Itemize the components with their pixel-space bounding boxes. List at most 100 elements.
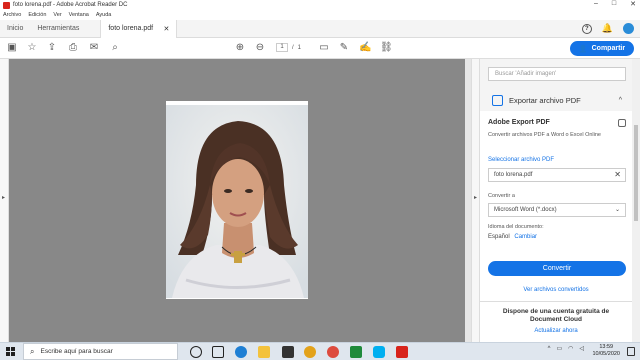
promo-box: Dispone de una cuenta gratuita de Docume… [480, 301, 632, 342]
share-link-icon[interactable]: ⛓ [380, 42, 393, 54]
save-icon[interactable]: ▣ [6, 42, 18, 54]
menu-archivo[interactable]: Archivo [3, 12, 21, 18]
export-pdf-title: Exportar archivo PDF [509, 95, 581, 105]
pdf-page [166, 101, 308, 299]
bell-icon[interactable]: 🔔 [602, 23, 613, 34]
taskbar-search-input[interactable]: ⌕ Escribe aquí para buscar [23, 343, 178, 360]
tab-close-icon[interactable]: ✕ [163, 25, 169, 33]
selected-file-field[interactable]: foto lorena.pdf ✕ [488, 168, 626, 182]
comment-icon[interactable]: ▭ [318, 42, 330, 54]
chevron-up-tray-icon[interactable]: ^ [548, 346, 551, 352]
edge-icon[interactable] [235, 346, 247, 358]
chevron-up-icon[interactable]: ^ [619, 97, 622, 104]
expand-arrow-icon: ▸ [2, 195, 6, 201]
tab-bar: Inicio Herramientas foto lorena.pdf ✕ ? … [0, 19, 640, 38]
notification-icon[interactable] [627, 347, 635, 356]
menu-bar: Archivo Edición Ver Ventana Ayuda [0, 10, 640, 20]
close-button[interactable]: ✕ [630, 0, 636, 8]
toolbar: ▣ ☆ ⇪ ⎙ ✉ ⌕ ⊕ ⊖ 1 / 1 ▭ ✎ ✍ ⛓ 👤 Comparti… [0, 38, 640, 59]
chrome-icon[interactable] [327, 346, 339, 358]
collapse-arrow-icon: ▸ [474, 195, 478, 201]
search-icon[interactable]: ⌕ [109, 42, 121, 54]
language-label: Idioma del documento: [488, 224, 544, 230]
chevron-down-icon: ⌄ [614, 207, 620, 213]
page-down-icon[interactable]: ⊖ [254, 42, 266, 54]
pen-icon[interactable]: ✎ [338, 42, 350, 54]
task-view-icon[interactable] [212, 346, 224, 358]
panel-scrollbar[interactable] [632, 59, 640, 342]
tab-tools[interactable]: Herramientas [30, 20, 86, 38]
select-pdf-link[interactable]: Seleccionar archivo PDF [488, 157, 554, 163]
convert-to-label: Convertir a [488, 193, 515, 199]
page-number-input[interactable]: 1 [276, 43, 288, 52]
file-explorer-icon[interactable] [258, 346, 270, 358]
taskbar-search-placeholder: Escribe aquí para buscar [40, 348, 113, 355]
card-description: Convertir archivos PDF a Word o Excel On… [488, 132, 601, 138]
menu-edicion[interactable]: Edición [28, 12, 46, 18]
remove-file-icon[interactable]: ✕ [614, 169, 621, 181]
export-pdf-header[interactable]: Exportar archivo PDF ^ [480, 89, 632, 111]
print-icon[interactable]: ⎙ [67, 42, 79, 54]
app-green-icon[interactable] [350, 346, 362, 358]
maximize-button[interactable]: □ [612, 0, 616, 8]
export-card: Adobe Export PDF Convertir archivos PDF … [480, 111, 632, 342]
document-viewer[interactable] [9, 59, 465, 342]
battery-icon[interactable]: ▭ [556, 345, 562, 352]
bookmark-star-icon[interactable]: ☆ [26, 42, 38, 54]
promo-text: Dispone de una cuenta gratuita de Docume… [502, 308, 610, 323]
minimize-button[interactable]: – [594, 0, 598, 8]
left-pane-toggle[interactable]: ▸ [0, 59, 9, 342]
tab-home[interactable]: Inicio [0, 20, 30, 38]
help-icon[interactable]: ? [581, 23, 592, 34]
card-title: Adobe Export PDF [488, 119, 550, 126]
see-converted-link[interactable]: Ver archivos convertidos [480, 287, 632, 293]
clock-time: 13:59 [599, 344, 614, 350]
page-separator: / [292, 44, 294, 51]
page-total: 1 [297, 44, 302, 51]
page-up-icon[interactable]: ⊕ [234, 42, 246, 54]
change-language-link[interactable]: Cambiar [514, 234, 537, 240]
export-pdf-icon [492, 94, 503, 106]
sign-icon[interactable]: ✍ [359, 42, 371, 54]
volume-icon[interactable]: ◁ [579, 345, 584, 352]
panel-scrollbar-thumb[interactable] [634, 125, 638, 221]
share-person-icon: 👤 [578, 45, 588, 53]
convert-button[interactable]: Convertir [488, 261, 626, 276]
magnifier-icon: ⌕ [30, 346, 35, 356]
acrobat-taskbar-icon[interactable] [396, 346, 408, 358]
copy-icon[interactable] [618, 119, 626, 127]
menu-ayuda[interactable]: Ayuda [96, 12, 112, 18]
wifi-icon[interactable]: ◠ [568, 345, 573, 352]
store-icon[interactable] [282, 346, 294, 358]
title-bar: foto lorena.pdf - Adobe Acrobat Reader D… [0, 0, 640, 10]
language-row: Español Cambiar [488, 234, 537, 240]
file-name: foto lorena.pdf [494, 172, 533, 178]
tab-document-label: foto lorena.pdf [108, 25, 154, 32]
acrobat-icon [3, 1, 10, 9]
language-value: Español [488, 234, 510, 240]
tab-document[interactable]: foto lorena.pdf ✕ [100, 19, 178, 38]
windows-start-icon[interactable] [6, 347, 16, 357]
window-title: foto lorena.pdf - Adobe Acrobat Reader D… [13, 2, 128, 8]
email-icon[interactable]: ✉ [88, 42, 100, 54]
menu-ver[interactable]: Ver [53, 12, 61, 18]
format-dropdown[interactable]: Microsoft Word (*.docx) ⌄ [488, 203, 626, 217]
tool-search-input[interactable]: Buscar 'Añadir imagen' [488, 67, 626, 81]
upload-cloud-icon[interactable]: ⇪ [46, 42, 58, 54]
tools-panel: Buscar 'Añadir imagen' Exportar archivo … [480, 59, 632, 342]
system-tray: ^ ▭ ◠ ◁ [548, 345, 584, 353]
share-button[interactable]: 👤 Compartir [570, 41, 634, 56]
update-now-link[interactable]: Actualizar ahora [480, 328, 632, 334]
share-label: Compartir [591, 45, 626, 52]
taskbar-clock[interactable]: 13:59 10/05/2020 [592, 344, 620, 358]
avatar[interactable] [623, 23, 634, 34]
right-pane-toggle[interactable]: ▸ [471, 59, 480, 342]
taskbar: ⌕ Escribe aquí para buscar ^ ▭ ◠ ◁ 13:59… [0, 342, 640, 360]
skype-icon[interactable] [373, 346, 385, 358]
format-value: Microsoft Word (*.docx) [494, 207, 557, 213]
portrait-photo [166, 105, 308, 298]
menu-ventana[interactable]: Ventana [69, 12, 89, 18]
cortana-icon[interactable] [190, 346, 202, 358]
clock-date: 10/05/2020 [592, 351, 620, 357]
firefox-icon[interactable] [304, 346, 316, 358]
